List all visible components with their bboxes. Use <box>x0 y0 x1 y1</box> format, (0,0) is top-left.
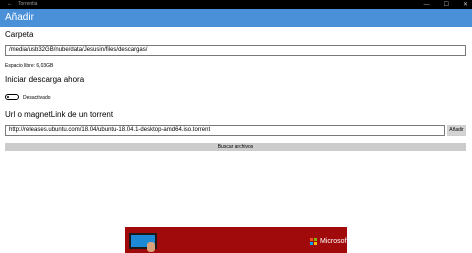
start-now-label: Iniciar descarga ahora <box>5 75 85 84</box>
search-files-button[interactable]: Buscar archivos <box>5 143 466 151</box>
close-icon[interactable]: ✕ <box>463 1 468 8</box>
add-button[interactable]: Añadir <box>447 125 466 136</box>
hand-image <box>147 242 155 252</box>
app-title: Torrentia <box>18 1 38 7</box>
torrent-url-input[interactable]: http://releases.ubuntu.com/18.04/ubuntu-… <box>5 125 445 136</box>
start-now-toggle[interactable] <box>5 94 19 100</box>
window-titlebar: ← Torrentia — ☐ ✕ <box>0 0 472 9</box>
toggle-state-label: Desactivado <box>23 95 51 101</box>
torrent-url-label: Url o magnetLink de un torrent <box>5 110 114 119</box>
minimize-icon[interactable]: — <box>424 2 430 8</box>
back-arrow-icon[interactable]: ← <box>7 1 13 8</box>
free-space-text: Espacio libre: 6,03GB <box>5 63 54 69</box>
folder-label: Carpeta <box>5 30 34 39</box>
folder-path-input[interactable]: /media/usb32GB/nube/data/Jesusin/files/d… <box>5 45 466 56</box>
window-controls: — ☐ ✕ <box>424 0 468 9</box>
maximize-icon[interactable]: ☐ <box>444 1 449 8</box>
page-header: Añadir <box>0 9 472 27</box>
ad-brand-name: Microsoft <box>320 238 349 245</box>
ad-banner[interactable]: Microsoft <box>125 227 349 253</box>
toggle-knob <box>7 96 9 98</box>
page-title: Añadir <box>5 12 34 23</box>
microsoft-logo-icon <box>310 238 317 245</box>
